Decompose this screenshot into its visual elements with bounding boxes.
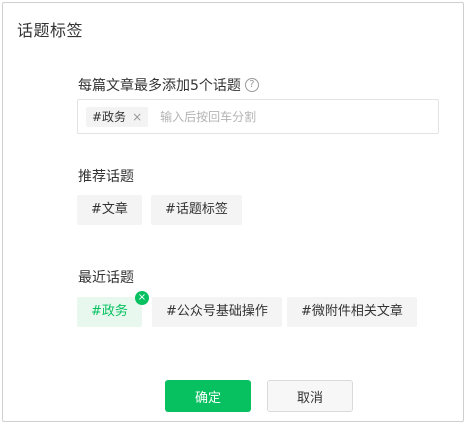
recommended-topic-2[interactable]: #话题标签 bbox=[151, 195, 242, 225]
recent-topic-1-label: #政务 bbox=[91, 304, 128, 319]
close-icon[interactable]: × bbox=[132, 110, 142, 124]
cancel-button[interactable]: 取消 bbox=[267, 380, 353, 412]
topic-tags-dialog: 话题标签 每篇文章最多添加5个话题 ? #政务 × 输入后按回车分割 推荐话题 … bbox=[2, 2, 464, 422]
remove-topic-icon[interactable]: × bbox=[134, 291, 149, 305]
recent-topics-title: 最近话题 bbox=[78, 270, 134, 286]
recommended-topics-title: 推荐话题 bbox=[78, 169, 134, 185]
help-icon[interactable]: ? bbox=[244, 78, 259, 92]
recent-topic-1-selected[interactable]: #政务 × bbox=[77, 291, 149, 327]
selected-topic-chip: #政务 × bbox=[86, 106, 149, 127]
topic-limit-text: 每篇文章最多添加5个话题 bbox=[78, 78, 241, 94]
topic-input[interactable]: #政务 × 输入后按回车分割 bbox=[77, 99, 439, 134]
recent-topic-2[interactable]: #公众号基础操作 bbox=[152, 297, 282, 327]
topic-input-placeholder[interactable]: 输入后按回车分割 bbox=[160, 108, 256, 125]
dialog-title: 话题标签 bbox=[17, 21, 84, 40]
topic-limit-label: 每篇文章最多添加5个话题 ? bbox=[78, 75, 259, 95]
recent-topic-3[interactable]: #微附件相关文章 bbox=[287, 297, 417, 327]
recommended-topic-1[interactable]: #文章 bbox=[77, 195, 142, 225]
chip-label: #政务 bbox=[92, 110, 127, 124]
confirm-button[interactable]: 确定 bbox=[165, 380, 251, 412]
